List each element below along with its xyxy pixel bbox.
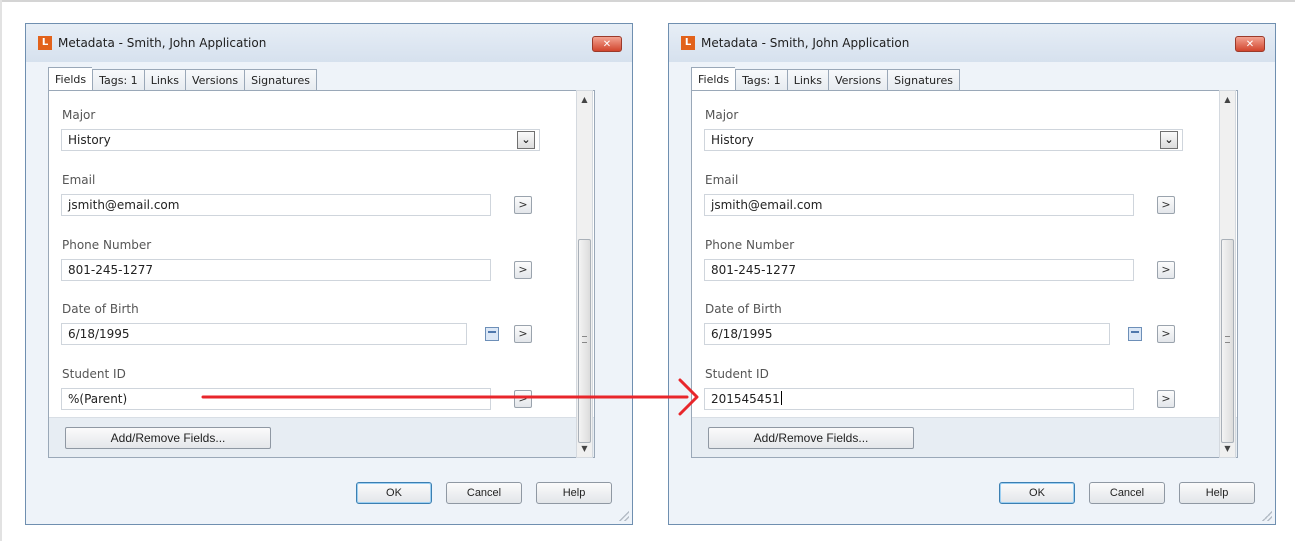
annotation-arrow <box>201 378 699 416</box>
